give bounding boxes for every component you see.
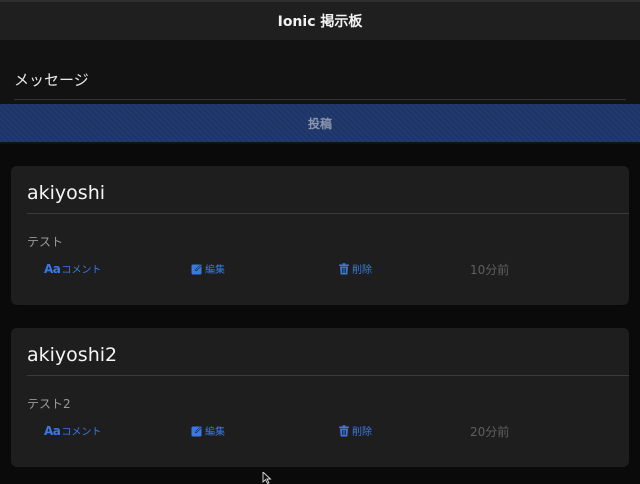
trash-icon (339, 262, 349, 274)
edit-label: 編集 (205, 265, 225, 276)
edit-button[interactable]: 編集 (191, 261, 225, 276)
divider (27, 375, 629, 376)
text-aa-icon: Aa (44, 261, 61, 276)
comment-label: コメント (61, 265, 102, 276)
comment-label: コメント (61, 427, 102, 438)
compose-area: 投稿 (0, 40, 640, 144)
mouse-cursor-icon (262, 472, 272, 484)
edit-icon (191, 425, 203, 436)
delete-label: 削除 (352, 427, 372, 438)
post-actions: Aa コメント 編集 削除 20分前 (11, 423, 629, 441)
edit-label: 編集 (205, 427, 225, 438)
post-author: akiyoshi (27, 182, 106, 204)
post-message: テスト (27, 235, 64, 249)
post-card: akiyoshi2 テスト2 Aa コメント 編集 削除 20分前 (11, 328, 629, 467)
comment-button[interactable]: Aa コメント (44, 423, 102, 439)
trash-icon (339, 424, 349, 436)
post-time: 20分前 (470, 425, 510, 439)
delete-button[interactable]: 削除 (338, 423, 372, 438)
post-message: テスト2 (27, 397, 71, 411)
post-button[interactable]: 投稿 (0, 104, 640, 142)
page-title: Ionic 掲示板 (277, 14, 363, 30)
delete-button[interactable]: 削除 (338, 261, 372, 276)
text-aa-icon: Aa (44, 423, 61, 438)
edit-icon (191, 263, 203, 274)
post-time: 10分前 (470, 263, 510, 277)
delete-label: 削除 (352, 265, 372, 276)
edit-button[interactable]: 編集 (191, 423, 225, 438)
comment-button[interactable]: Aa コメント (44, 261, 102, 277)
post-card: akiyoshi テスト Aa コメント 編集 削除 10分前 (11, 166, 629, 305)
app-toolbar: Ionic 掲示板 (0, 0, 640, 40)
divider (27, 213, 629, 214)
message-input[interactable] (14, 60, 626, 100)
post-author: akiyoshi2 (27, 344, 118, 366)
post-actions: Aa コメント 編集 削除 10分前 (11, 261, 629, 279)
